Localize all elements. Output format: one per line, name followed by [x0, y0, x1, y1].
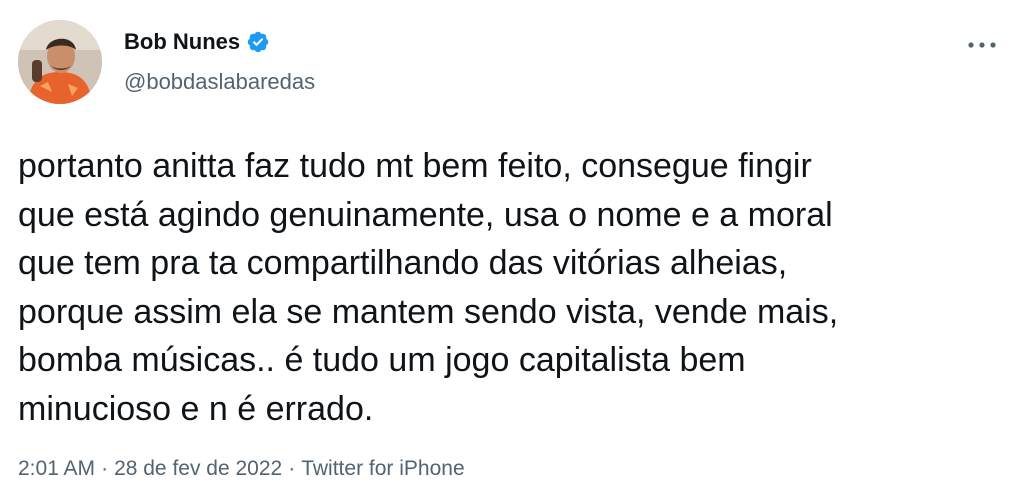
meta-separator-2: ·	[288, 457, 296, 480]
tweet-source[interactable]: Twitter for iPhone	[301, 455, 464, 483]
tweet-card: Bob Nunes @bobdaslabaredas portanto anit…	[0, 0, 1024, 504]
more-options-button[interactable]	[962, 30, 1002, 60]
tweet-text: portanto anitta faz tudo mt bem feito, c…	[18, 147, 839, 428]
tweet-meta: 2:01 AM · 28 de fev de 2022 · Twitter fo…	[18, 455, 465, 483]
avatar-photo-icon	[18, 20, 102, 104]
author-display-name[interactable]: Bob Nunes	[124, 28, 240, 56]
verified-badge-icon	[246, 30, 270, 54]
tweet-time[interactable]: 2:01 AM	[18, 455, 95, 483]
tweet-date[interactable]: 28 de fev de 2022	[114, 455, 282, 483]
more-options-icon	[968, 42, 996, 48]
author-handle[interactable]: @bobdaslabaredas	[124, 68, 315, 96]
avatar[interactable]	[18, 20, 102, 104]
author-name-row: Bob Nunes	[124, 28, 270, 56]
meta-separator: ·	[101, 457, 109, 480]
